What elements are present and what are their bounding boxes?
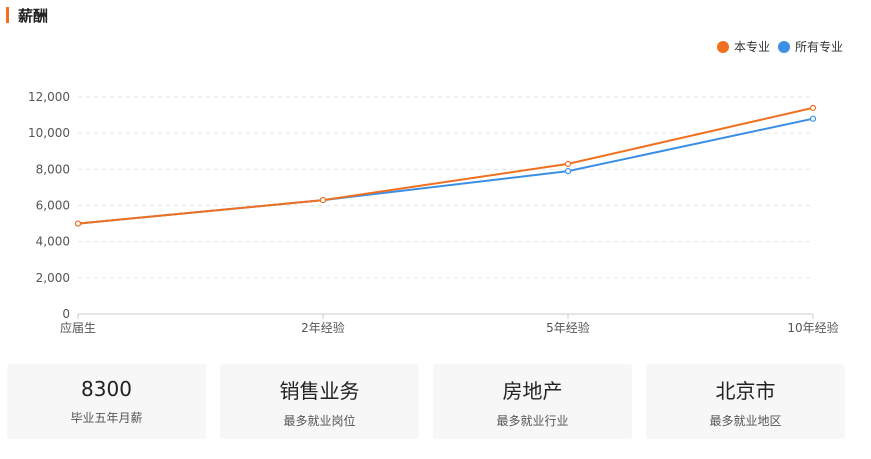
summary-cards: 8300 毕业五年月薪 销售业务 最多就业岗位 房地产 最多就业行业 北京市 最… <box>7 364 845 439</box>
salary-line-chart: 0 2,000 4,000 6,000 8,000 10,000 12,000 应届生 2年经验… <box>28 90 839 335</box>
chart-series <box>74 104 817 227</box>
series-line-all <box>77 117 814 225</box>
chart-axes: 0 2,000 4,000 6,000 8,000 10,000 12,000 应届生 2年经验… <box>28 90 839 335</box>
card-value: 北京市 <box>715 378 776 403</box>
summary-card-industry: 房地产 最多就业行业 <box>433 364 632 439</box>
card-value: 销售业务 <box>279 378 360 403</box>
y-tick-label: 6,000 <box>36 199 70 213</box>
x-tick-label: 5年经验 <box>546 320 590 335</box>
y-tick-label: 4,000 <box>36 235 70 249</box>
series-line-major <box>77 106 814 225</box>
data-point[interactable] <box>564 160 572 168</box>
data-point[interactable] <box>564 168 572 175</box>
card-label: 毕业五年月薪 <box>70 411 143 425</box>
summary-card-region: 北京市 最多就业地区 <box>646 364 845 439</box>
summary-card-position: 销售业务 最多就业岗位 <box>220 364 419 439</box>
x-tick-label: 应届生 <box>60 320 96 335</box>
card-label: 最多就业地区 <box>709 413 782 428</box>
x-tick-label: 2年经验 <box>301 320 345 335</box>
chart-grid <box>78 96 813 279</box>
y-tick-label: 8,000 <box>36 162 70 176</box>
card-label: 最多就业岗位 <box>283 413 356 428</box>
card-label: 最多就业行业 <box>496 413 569 428</box>
data-point[interactable] <box>809 104 817 111</box>
y-tick-label: 10,000 <box>28 126 70 140</box>
card-value: 8300 <box>81 377 132 401</box>
data-point[interactable] <box>809 115 817 122</box>
y-tick-label: 12,000 <box>28 90 70 104</box>
card-value: 房地产 <box>502 378 563 403</box>
x-tick-label: 10年经验 <box>787 320 838 335</box>
y-tick-label: 2,000 <box>36 271 70 285</box>
summary-card-salary: 8300 毕业五年月薪 <box>7 364 206 439</box>
data-point[interactable] <box>74 220 82 227</box>
data-point[interactable] <box>319 196 327 204</box>
y-tick-label: 0 <box>62 307 70 321</box>
